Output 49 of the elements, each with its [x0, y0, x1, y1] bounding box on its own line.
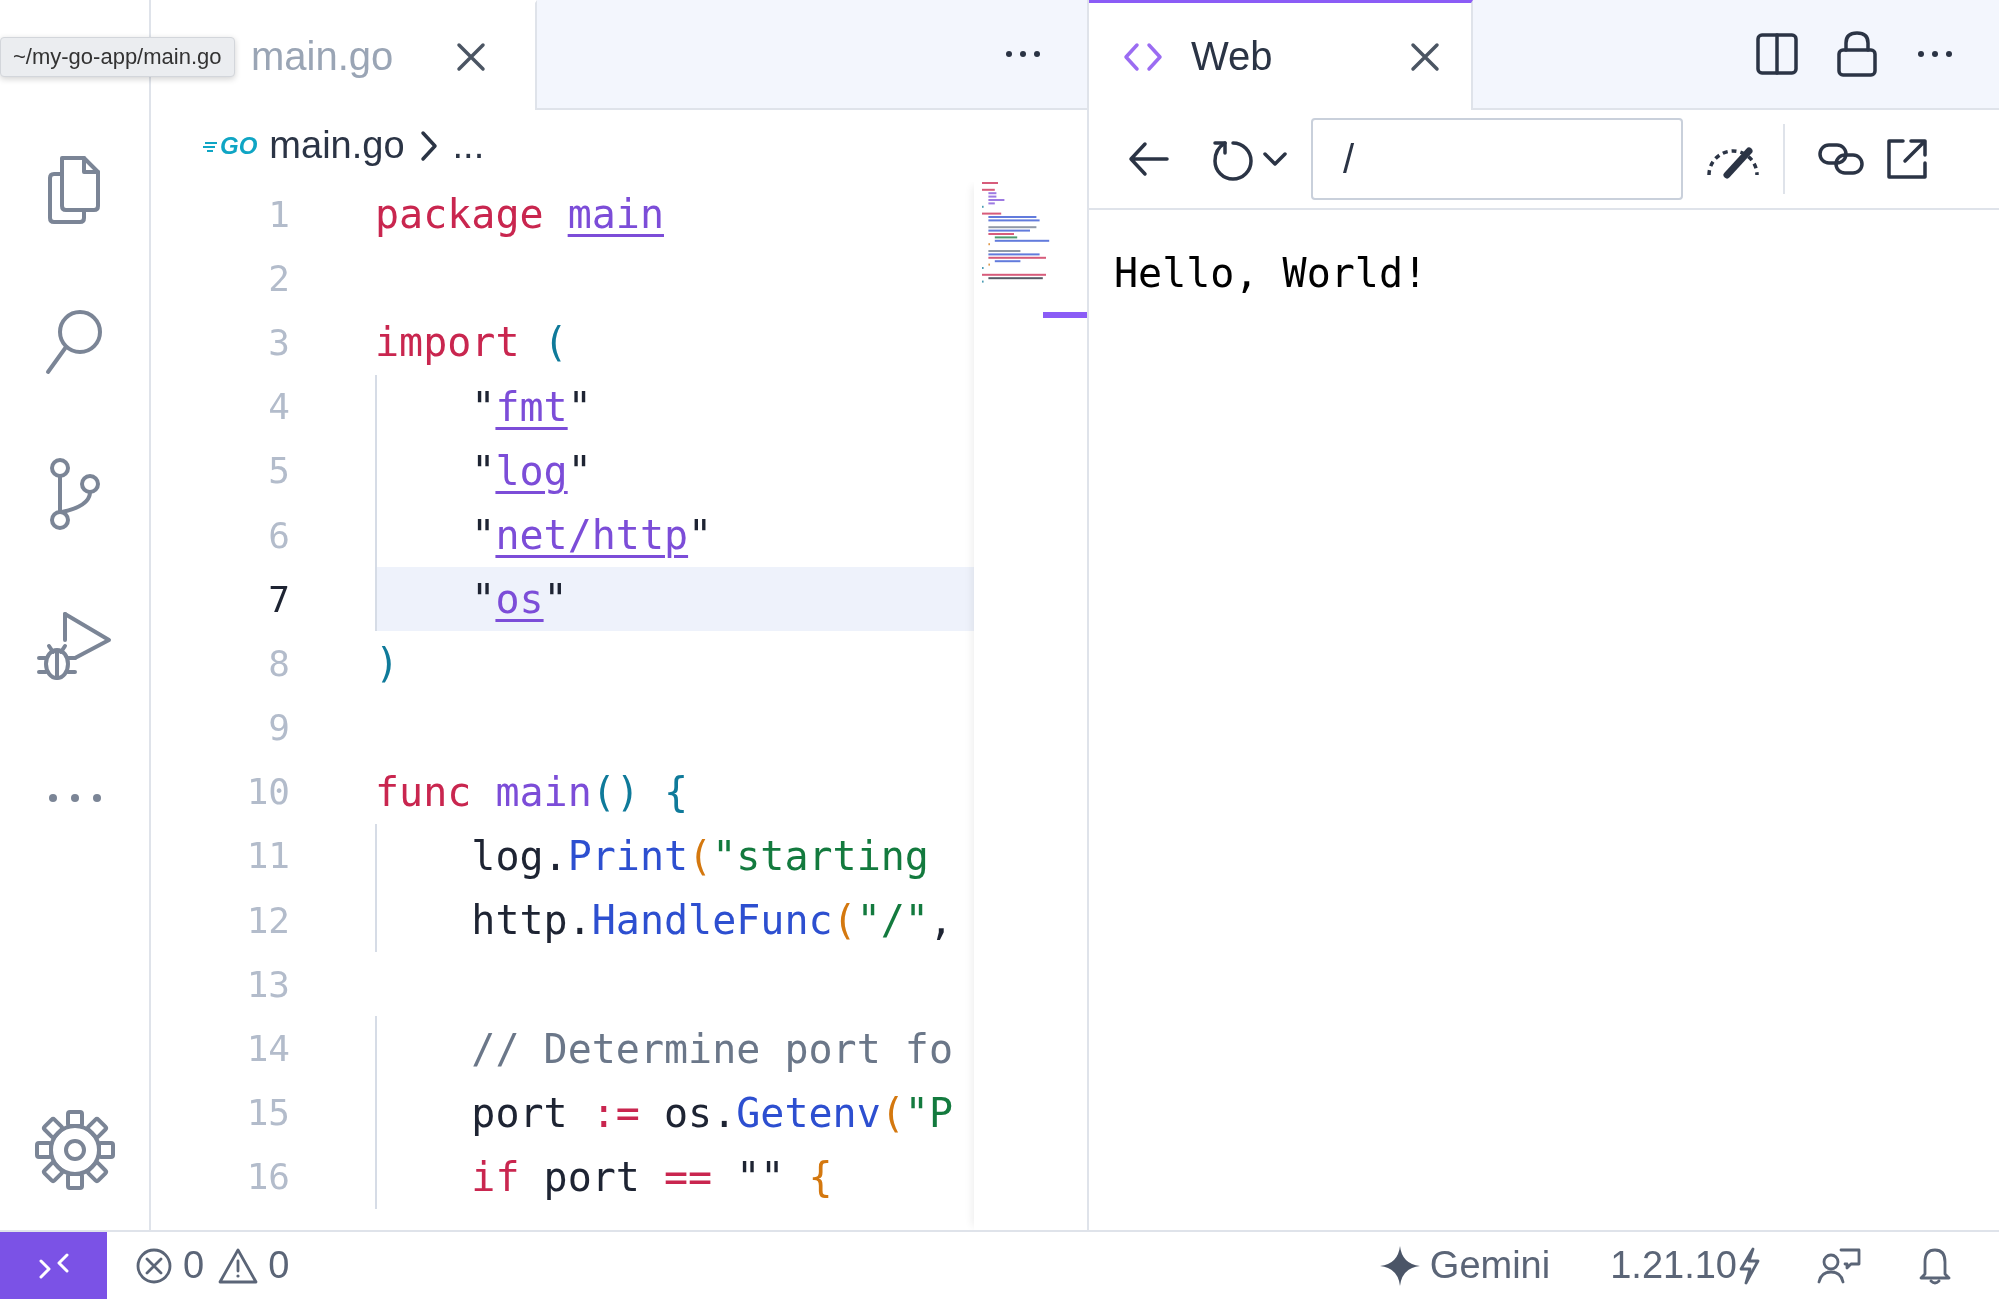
code-line: // Determine port fo [375, 1016, 974, 1081]
code-line: import ( [375, 318, 569, 368]
assistant-status[interactable]: Gemini [1429, 1244, 1551, 1287]
remote-button[interactable] [0, 1232, 107, 1299]
close-icon[interactable] [455, 40, 488, 73]
line-number: 9 [267, 707, 290, 749]
code-line: log.Print("starting [375, 823, 974, 889]
line-number: 8 [267, 642, 290, 684]
line-number: 5 [267, 450, 290, 492]
code-line: "fmt" [375, 374, 974, 439]
chevron-down-icon[interactable] [1263, 152, 1287, 166]
line-number: 10 [245, 771, 290, 813]
line-number: 16 [245, 1156, 290, 1198]
code-line: port := os.Getenv("P [375, 1080, 974, 1145]
code-line: ) [375, 639, 401, 689]
tooltip: ~/my-go-app/main.go [0, 37, 235, 77]
back-arrow-icon[interactable] [1127, 139, 1171, 179]
scrollbar-thumb[interactable] [1043, 312, 1087, 318]
url-field[interactable]: / [1311, 118, 1683, 200]
error-count[interactable]: 0 [183, 1244, 205, 1287]
go-version[interactable]: 1.21.10 [1610, 1244, 1737, 1287]
line-number: 12 [245, 899, 290, 941]
code-line: func main() { [375, 767, 690, 817]
warning-count[interactable]: 0 [268, 1244, 290, 1287]
web-tab[interactable]: Web [1089, 0, 1473, 110]
chevron-right-icon [418, 129, 439, 163]
line-number: 13 [245, 963, 290, 1005]
line-number: 2 [267, 257, 290, 299]
error-icon[interactable] [135, 1246, 173, 1285]
line-number: 3 [267, 321, 290, 363]
warning-icon[interactable] [218, 1246, 259, 1285]
line-number: 7 [267, 578, 290, 620]
breadcrumb-item[interactable]: main.go [269, 123, 405, 169]
line-number: 1 [267, 193, 290, 235]
line-number: 11 [245, 835, 290, 877]
line-number: 6 [267, 514, 290, 556]
code-line: "net/http" [375, 502, 974, 568]
lightning-icon[interactable] [1737, 1246, 1761, 1285]
code-line: http.HandleFunc("/", [375, 888, 974, 953]
open-external-icon[interactable] [1885, 137, 1929, 181]
breadcrumb-item[interactable]: ... [452, 123, 485, 169]
code-line: package main [375, 190, 665, 240]
line-number: 4 [267, 386, 290, 428]
line-number: 15 [245, 1092, 290, 1134]
code-line: "log" [375, 438, 974, 503]
close-icon[interactable] [1409, 40, 1441, 73]
code-line: if port == "" { [375, 1144, 974, 1209]
line-number: 14 [245, 1028, 290, 1070]
page-text: Hello, World! [1114, 250, 1428, 296]
